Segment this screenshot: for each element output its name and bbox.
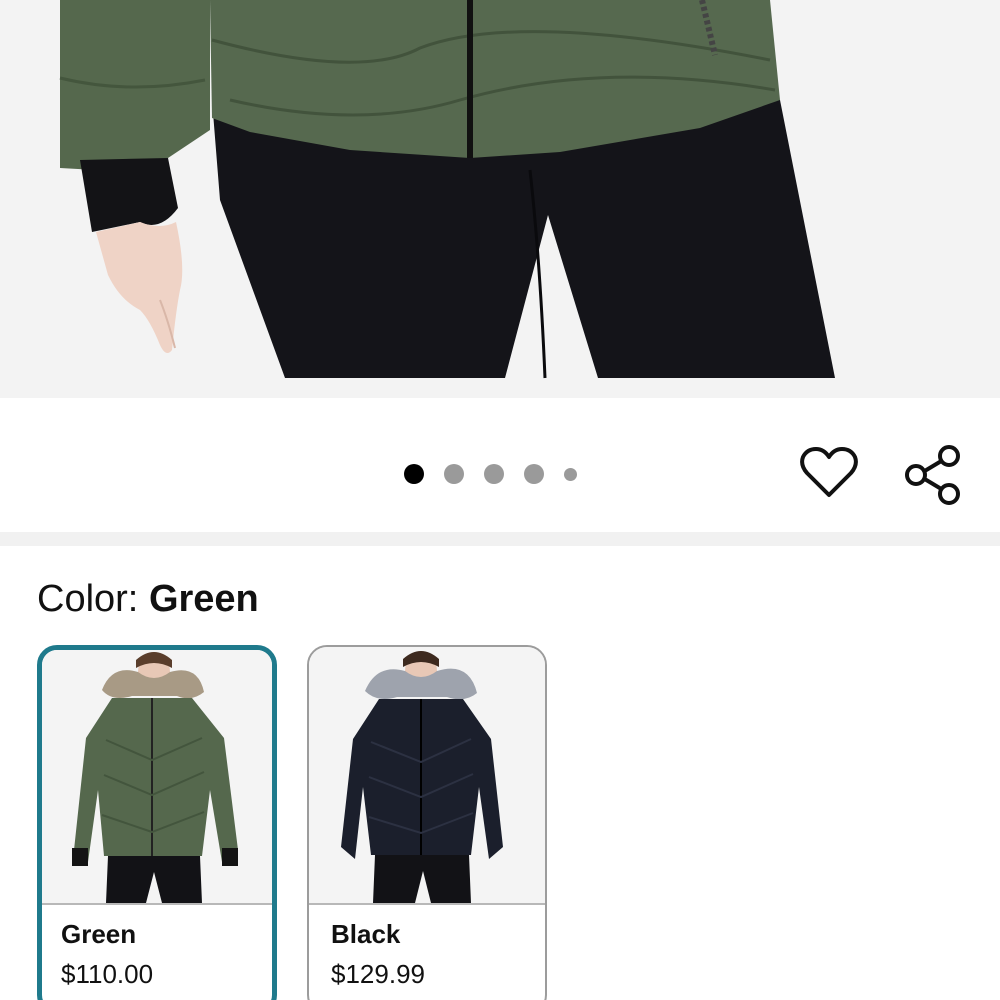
green-jacket-thumbnail [72,652,238,903]
carousel-dot-4[interactable] [524,464,544,484]
color-label-prefix: Color: [37,578,139,620]
product-hero-image[interactable] [0,0,1000,398]
swatch-separator [309,903,545,905]
swatch-color-name: Green [61,919,137,949]
share-icon [905,445,960,505]
swatch-thumbnail [42,650,272,903]
carousel-dot-1[interactable] [404,464,424,484]
black-jacket-thumbnail [341,651,503,903]
section-divider [0,532,1000,546]
favorite-button[interactable] [798,442,860,504]
swatch-price: $110.00 [61,959,154,989]
carousel-dot-2[interactable] [444,464,464,484]
carousel-pagination [404,460,577,488]
swatch-separator [42,903,272,905]
carousel-dot-5[interactable] [564,467,577,481]
swatch-price: $129.99 [331,959,425,989]
color-swatch-black[interactable]: Black $129.99 [307,645,547,1000]
selected-color-value: Green [148,578,259,620]
share-button[interactable] [900,442,966,508]
swatch-color-name: Black [331,919,401,949]
heart-outline-icon [800,447,858,497]
gallery-controls [0,398,1000,532]
carousel-dot-3[interactable] [484,464,504,484]
color-swatch-green[interactable]: Green $110.00 [37,645,277,1000]
jacket-photo [59,0,835,379]
swatch-thumbnail [309,647,545,903]
color-label: Color: Green [37,576,259,622]
